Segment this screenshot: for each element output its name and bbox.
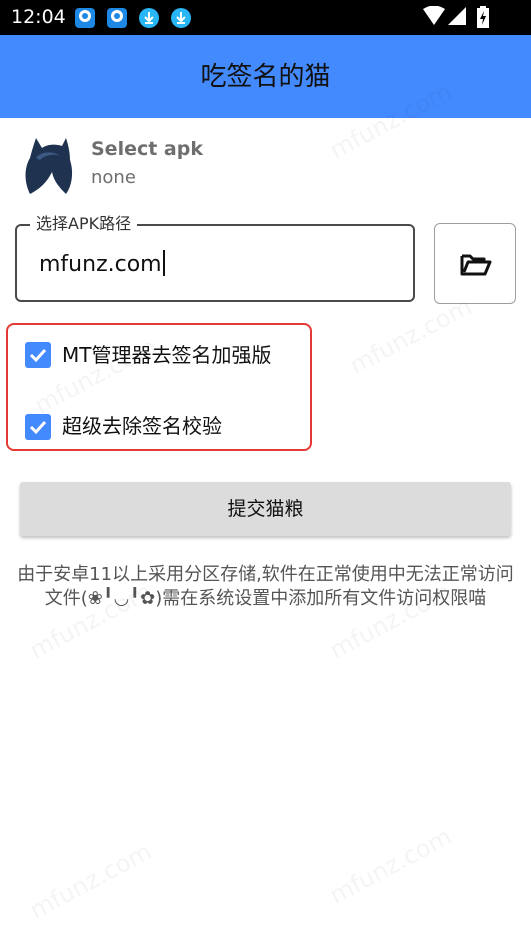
app-bar: 吃签名的猫: [0, 35, 531, 118]
watermark: mfunz.com: [325, 822, 456, 910]
checkmark-icon: [29, 348, 47, 363]
wifi-icon: [423, 5, 445, 30]
apk-path-text: mfunz.com: [39, 252, 162, 277]
submit-button[interactable]: 提交猫粮: [20, 482, 511, 536]
watermark: mfunz.com: [25, 837, 156, 925]
status-bar: 12:04: [0, 0, 531, 35]
app-title: 吃签名的猫: [200, 62, 331, 92]
browse-folder-button[interactable]: [434, 223, 516, 304]
selected-apk-value: none: [91, 167, 136, 188]
text-cursor: [162, 250, 165, 276]
signal-icon: [447, 6, 467, 30]
folder-open-icon: [460, 254, 492, 276]
status-time: 12:04: [11, 6, 66, 28]
download-icon: [139, 8, 159, 28]
super-remove-checkbox[interactable]: [25, 414, 51, 440]
super-remove-label[interactable]: 超级去除签名校验: [62, 413, 222, 439]
select-apk-title[interactable]: Select apk: [91, 137, 203, 161]
app-notification-icon: [107, 8, 127, 28]
download-icon: [171, 8, 191, 28]
battery-charging-icon: [477, 6, 489, 32]
checkmark-icon: [29, 420, 47, 435]
watermark: mfunz.com: [345, 292, 476, 380]
app-notification-icon: [75, 8, 95, 28]
apk-path-value[interactable]: mfunz.com: [39, 250, 165, 280]
mt-enhanced-checkbox[interactable]: [25, 342, 51, 368]
cat-logo-icon[interactable]: [22, 134, 74, 196]
apk-path-label: 选择APK路径: [30, 213, 138, 235]
